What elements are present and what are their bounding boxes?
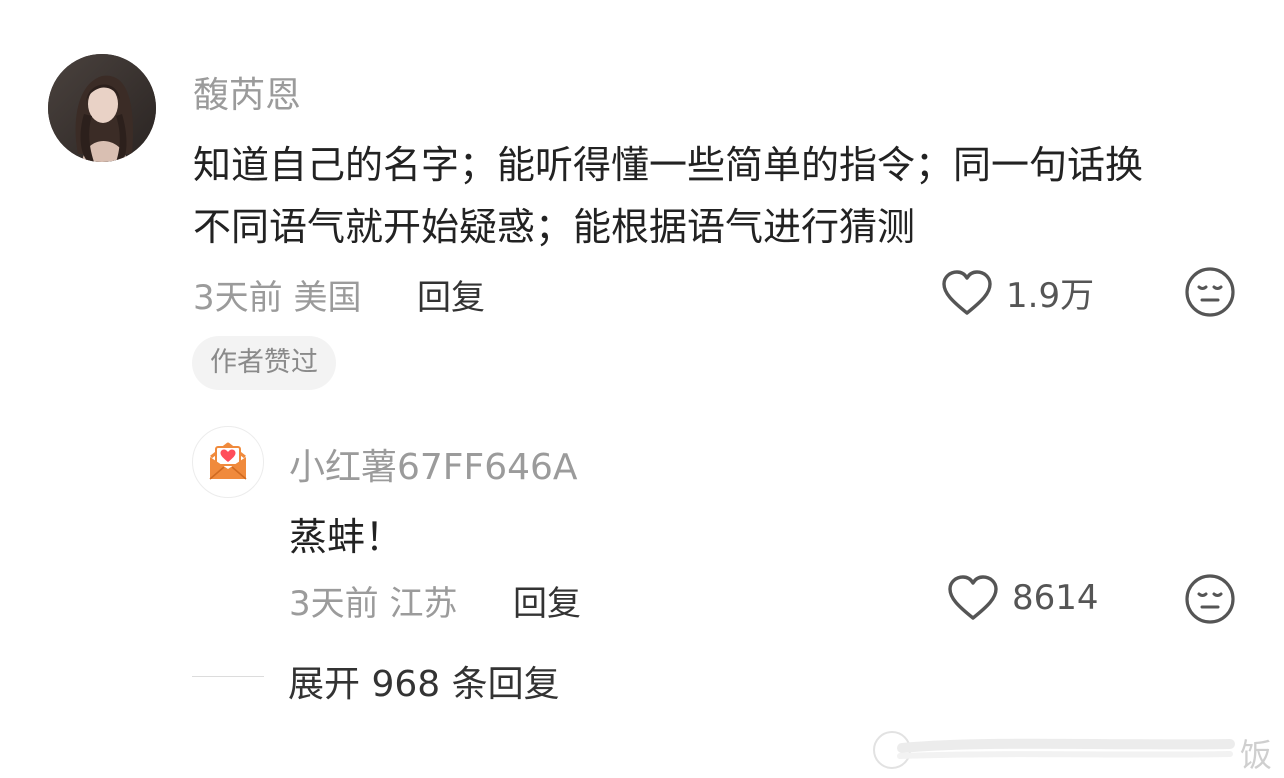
reply-button[interactable]: 回复 — [417, 270, 485, 319]
meh-face-icon — [1185, 574, 1235, 624]
envelope-heart-icon — [209, 442, 247, 480]
avatar[interactable] — [48, 54, 156, 162]
sub-like-button[interactable]: 8614 — [946, 574, 1099, 622]
sub-reply-button[interactable]: 回复 — [513, 576, 581, 625]
author-liked-badge: 作者赞过 — [192, 336, 336, 390]
comment-text-line1: 知道自己的名字；能听得懂一些简单的指令；同一句话换 — [193, 143, 1144, 187]
watermark-text: 饭 — [1240, 736, 1273, 774]
avatar-photo — [48, 54, 156, 162]
comment-username[interactable]: 馥芮恩 — [193, 66, 301, 118]
like-count: 1.9万 — [1006, 276, 1095, 316]
dislike-button[interactable] — [1184, 266, 1236, 322]
expand-replies-button[interactable]: 展开 968 条回复 — [288, 655, 560, 707]
comment-text-line2: 不同语气就开始疑惑；能根据语气进行猜测 — [193, 205, 916, 249]
sub-avatar[interactable] — [192, 426, 264, 498]
like-button[interactable]: 1.9万 — [940, 268, 1094, 317]
sub-comment-meta: 3天前 江苏 — [289, 584, 458, 624]
heart-outline-icon — [942, 269, 992, 315]
sub-comment-username[interactable]: 小红薯67FF646A — [289, 438, 578, 490]
comment-meta: 3天前 美国 — [193, 278, 362, 318]
sub-dislike-button[interactable] — [1184, 573, 1236, 629]
comment-thread: 馥芮恩 知道自己的名字；能听得懂一些简单的指令；同一句话换 不同语气就开始疑惑；… — [0, 0, 1284, 778]
expand-divider — [192, 676, 264, 677]
watermark-logo — [873, 731, 1235, 769]
sub-comment-text: 蒸蚌！ — [289, 515, 404, 559]
heart-outline-icon — [948, 575, 998, 620]
meh-face-icon — [1185, 267, 1235, 317]
sub-like-count: 8614 — [1012, 578, 1099, 618]
